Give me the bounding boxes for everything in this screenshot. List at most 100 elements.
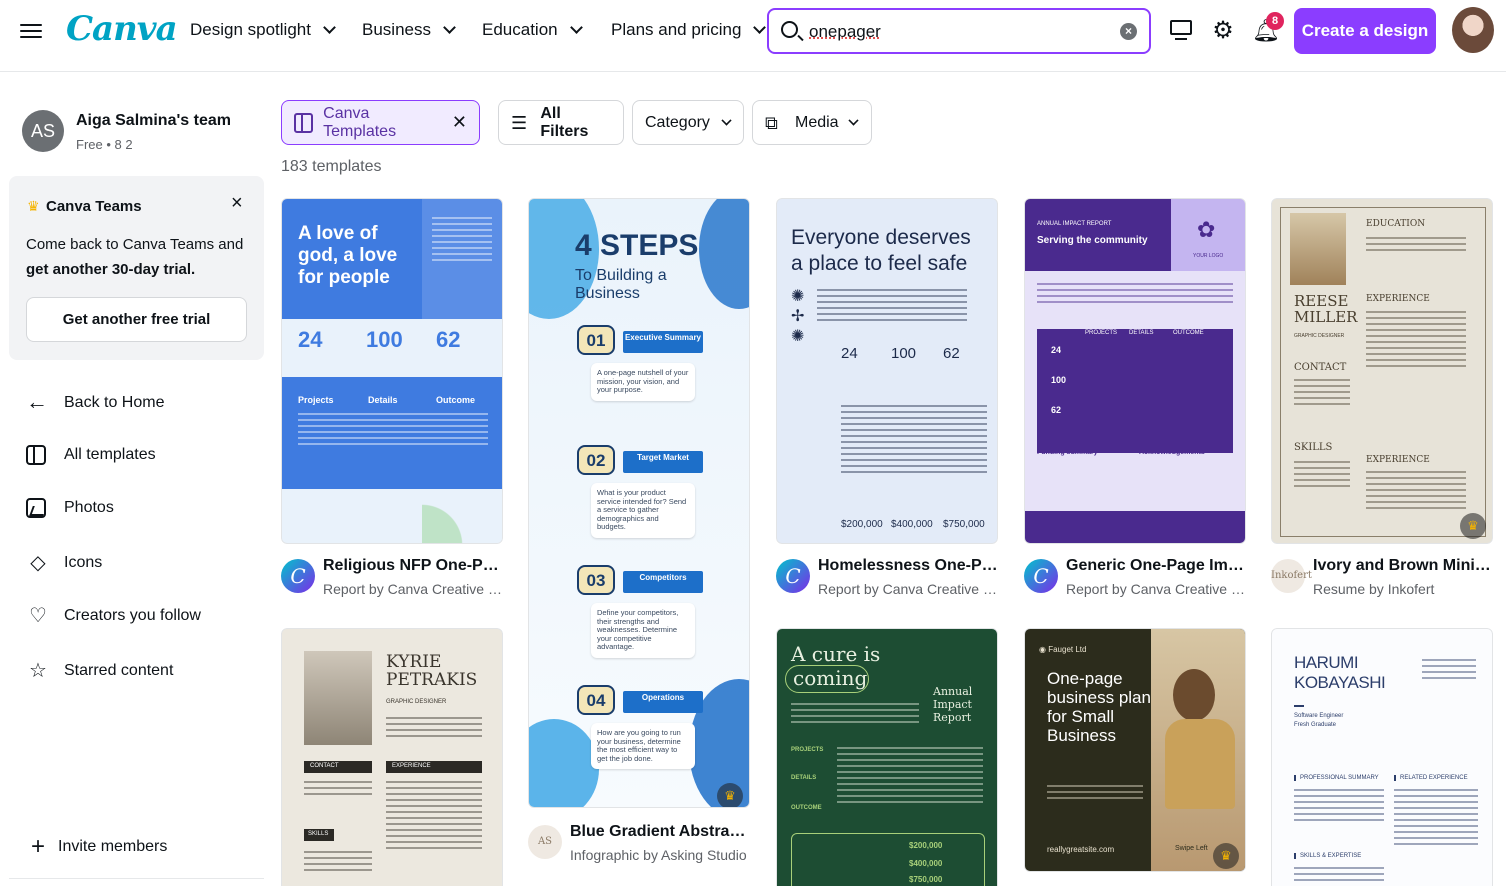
template-title[interactable]: Generic One-Page Impa... — [1066, 557, 1250, 575]
create-design-button[interactable]: Create a design — [1294, 8, 1436, 54]
step-number: 01 — [577, 325, 615, 355]
sidebar-item-back-to-home[interactable]: Back to Home — [26, 391, 164, 415]
template-card-religious-nfp[interactable]: A love of god, a love for people 24 100 … — [281, 198, 503, 544]
canva-logo[interactable]: Canva — [66, 9, 178, 49]
thumb-role: GRAPHIC DESIGNER — [386, 699, 447, 705]
nav-business[interactable]: Business — [362, 20, 456, 40]
creator-avatar[interactable]: C — [776, 559, 810, 593]
template-card-meta: Inkofert Ivory and Brown Minim... Resume… — [1271, 557, 1497, 597]
chevron-down-icon — [721, 114, 732, 126]
sidebar-item-starred-content[interactable]: ☆ Starred content — [26, 659, 173, 683]
step-text: A one-page nutshell of your mission, you… — [591, 363, 695, 401]
nav-plans-and-pricing[interactable]: Plans and pricing — [611, 20, 767, 40]
nav-education[interactable]: Education — [482, 20, 583, 40]
sidebar-item-creators-you-follow[interactable]: ♡ Creators you follow — [26, 604, 201, 628]
media-dropdown[interactable]: ⧉ Media — [752, 100, 872, 145]
team-name[interactable]: Aiga Salmina's team — [76, 112, 231, 130]
step-text: What is your product service intended fo… — [591, 483, 695, 538]
star-icon: ☆ — [29, 660, 47, 682]
thumb-headline: A love of god, a love for people — [298, 223, 398, 288]
template-card-harumi-kobayashi[interactable]: HARUMI KOBAYASHI Software Engineer Fresh … — [1271, 628, 1493, 886]
creator-avatar[interactable]: AS — [528, 825, 562, 859]
template-title[interactable]: Religious NFP One-Page... — [323, 557, 507, 575]
template-card-homelessness[interactable]: Everyone deserves a place to feel safe ✺… — [776, 198, 998, 544]
gear-icon[interactable]: ⚙ — [1210, 18, 1236, 44]
thumb-stat: 24 — [1051, 345, 1062, 355]
template-thumbnail: A cure is coming Annual Impact Report PR… — [776, 628, 998, 886]
template-subtitle[interactable]: Report by Canva Creative St... — [323, 581, 507, 597]
template-card-small-business-plan[interactable]: ◉ Fauget Ltd One-page business plan for … — [1024, 628, 1246, 872]
thumb-stat: $400,000 — [909, 859, 943, 868]
thumb-headline: A cure is — [791, 642, 881, 666]
template-card-kyrie-petrakis[interactable]: KYRIE PETRAKIS GRAPHIC DESIGNER CONTACT E… — [281, 628, 503, 886]
step-number: 02 — [577, 445, 615, 475]
template-card-cure-is-coming[interactable]: A cure is coming Annual Impact Report PR… — [776, 628, 998, 886]
thumb-subtitle: To Building a Business — [575, 267, 667, 302]
thumb-col-header: PROJECTS — [1085, 330, 1118, 336]
thumb-stat: $400,000 — [891, 519, 933, 530]
template-subtitle[interactable]: Report by Canva Creative St... — [818, 581, 1002, 597]
template-thumbnail: ◉ Fauget Ltd One-page business plan for … — [1024, 628, 1246, 872]
creator-avatar[interactable]: C — [1024, 559, 1058, 593]
template-title[interactable]: Homelessness One-Pag... — [818, 557, 1002, 575]
sidebar-item-all-templates[interactable]: All templates — [26, 445, 156, 465]
photo-icon — [26, 498, 46, 518]
thumb-col-header: DETAILS — [1129, 330, 1154, 336]
thumb-stat: $750,000 — [909, 875, 943, 884]
template-thumbnail: ANNUAL IMPACT REPORT Serving the communi… — [1024, 198, 1246, 544]
template-title[interactable]: Blue Gradient Abstract ... — [570, 823, 754, 841]
template-subtitle[interactable]: Infographic by Asking Studio — [570, 847, 754, 863]
user-avatar[interactable] — [1452, 7, 1494, 53]
all-filters-button[interactable]: All Filters — [498, 100, 624, 145]
invite-members-button[interactable]: + Invite members — [26, 835, 167, 859]
sidebar-item-photos[interactable]: Photos — [26, 498, 114, 518]
get-free-trial-button[interactable]: Get another free trial — [26, 297, 247, 342]
thumb-cta: Swipe Left — [1175, 845, 1208, 852]
search-input[interactable] — [809, 20, 1109, 44]
nav-design-spotlight[interactable]: Design spotlight — [190, 20, 336, 40]
sidebar-item-icons[interactable]: ◇ Icons — [26, 551, 102, 575]
remove-filter-icon[interactable]: ✕ — [452, 112, 467, 133]
thumb-section-title: EXPERIENCE — [1366, 294, 1430, 304]
thumb-section-title: SKILLS — [308, 831, 329, 837]
team-avatar[interactable]: AS — [22, 110, 64, 152]
menu-icon[interactable] — [20, 20, 42, 42]
thumb-section-title: EXPERIENCE — [392, 763, 431, 769]
thumb-section-title: EXPERIENCE — [1366, 455, 1430, 465]
premium-crown-icon: ♛ — [1213, 843, 1239, 869]
chevron-down-icon — [753, 21, 767, 34]
desktop-app-icon[interactable] — [1168, 18, 1194, 44]
thumb-col-header: OUTCOME — [1173, 330, 1204, 336]
thumb-subtitle: Annual Impact Report — [933, 685, 973, 724]
close-icon[interactable]: × — [231, 192, 243, 215]
template-card-ivory-brown[interactable]: REESE MILLER GRAPHIC DESIGNER EDUCATION E… — [1271, 198, 1493, 544]
thumb-stat: 24 — [841, 345, 858, 362]
thumb-section-title: PROFESSIONAL SUMMARY — [1294, 775, 1379, 781]
template-title[interactable]: Ivory and Brown Minim... — [1313, 557, 1497, 575]
template-count: 183 templates — [281, 158, 382, 175]
template-card-generic-impact[interactable]: ANNUAL IMPACT REPORT Serving the communi… — [1024, 198, 1246, 544]
search-box[interactable]: × — [767, 8, 1151, 54]
brand-logo-icon: ◉ — [1039, 645, 1049, 654]
template-thumbnail: KYRIE PETRAKIS GRAPHIC DESIGNER CONTACT E… — [281, 628, 503, 886]
thumb-stat: 100 — [1051, 375, 1067, 385]
step-label: Target Market — [623, 451, 703, 473]
thumb-headline: 4 STEPS — [575, 229, 699, 262]
template-subtitle[interactable]: Report by Canva Creative St... — [1066, 581, 1250, 597]
template-thumbnail: REESE MILLER GRAPHIC DESIGNER EDUCATION E… — [1271, 198, 1493, 544]
template-subtitle[interactable]: Resume by Inkofert — [1313, 581, 1497, 597]
creator-avatar[interactable]: C — [281, 559, 315, 593]
plus-icon: + — [30, 833, 45, 860]
template-card-blue-gradient[interactable]: 4 STEPS To Building a Business 01 Executi… — [528, 198, 750, 808]
step-label: Operations — [623, 691, 703, 713]
creator-avatar[interactable]: Inkofert — [1271, 559, 1312, 593]
category-dropdown[interactable]: Category — [632, 100, 744, 145]
clear-search-icon[interactable]: × — [1120, 23, 1137, 40]
template-thumbnail: Everyone deserves a place to feel safe ✺… — [776, 198, 998, 544]
thumb-col-header: PROJECTS — [791, 747, 824, 753]
canva-templates-chip[interactable]: Canva Templates ✕ — [281, 100, 480, 145]
divider — [9, 878, 264, 879]
thumb-kicker: ANNUAL IMPACT REPORT — [1037, 221, 1112, 227]
flower-icons: ✺ ✢ ✺ — [791, 288, 805, 345]
thumb-section-title: CONTACT — [310, 763, 339, 769]
